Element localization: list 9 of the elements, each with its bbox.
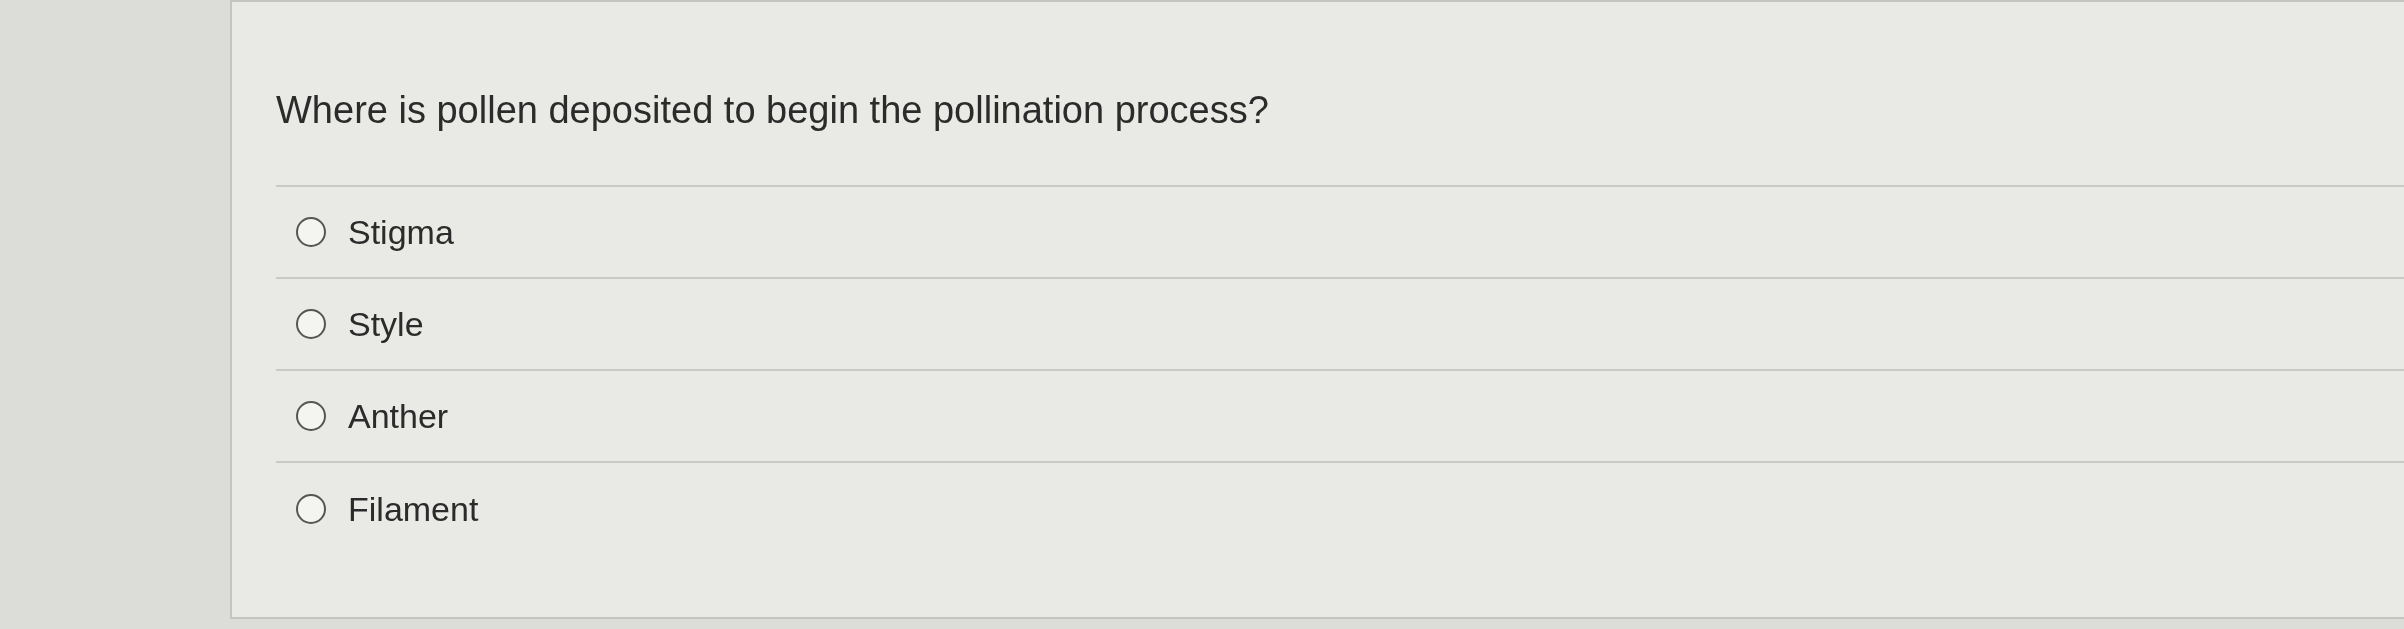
radio-button[interactable] — [296, 494, 326, 524]
radio-button[interactable] — [296, 401, 326, 431]
option-label[interactable]: Anther — [348, 390, 449, 442]
option-label[interactable]: Style — [348, 298, 424, 350]
radio-button[interactable] — [296, 217, 326, 247]
radio-button[interactable] — [296, 309, 326, 339]
option-label[interactable]: Stigma — [348, 206, 454, 258]
question-text: Where is pollen deposited to begin the pollination process? — [276, 88, 1270, 133]
option-label[interactable]: Filament — [348, 483, 479, 535]
